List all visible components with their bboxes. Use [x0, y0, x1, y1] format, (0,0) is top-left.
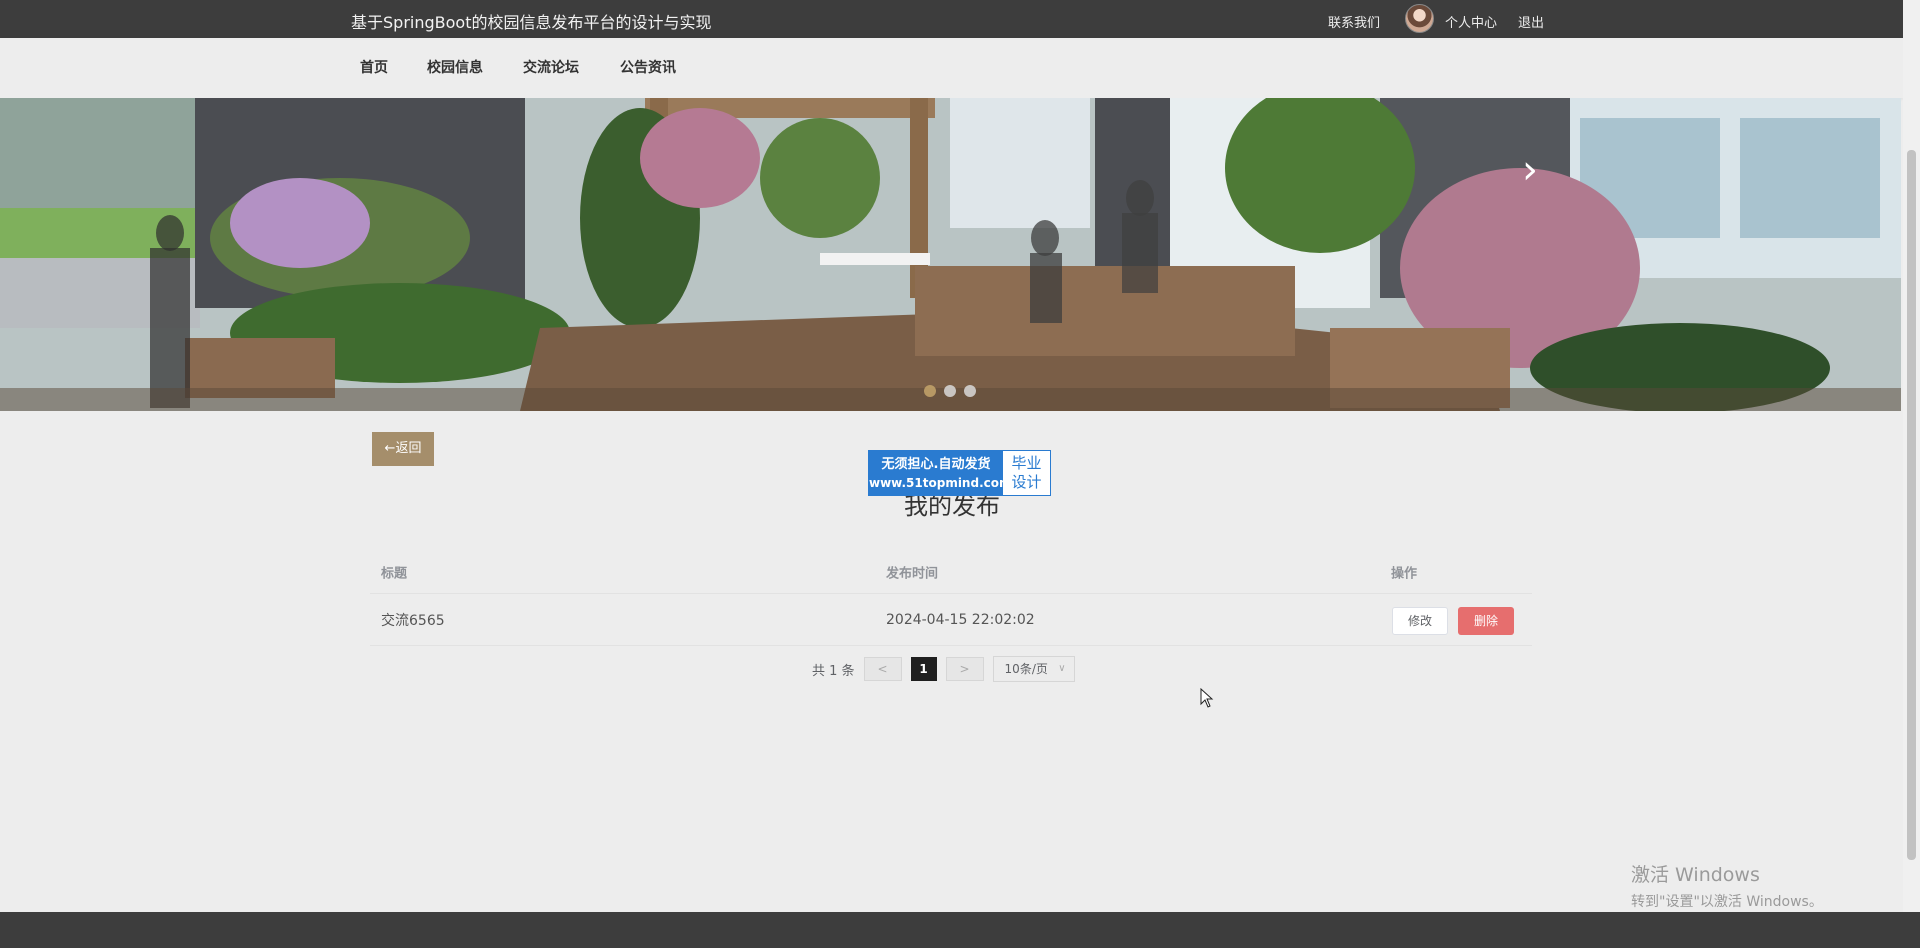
table-row: 交流6565 2024-04-15 22:02:02	[370, 594, 1532, 646]
top-bar: 基于SpringBoot的校园信息发布平台的设计与实现 联系我们 个人中心 退出	[0, 0, 1903, 38]
column-header-actions: 操作	[1391, 566, 1418, 581]
back-button[interactable]: ←返回	[372, 432, 434, 466]
page-size-value: 10条/页	[1004, 662, 1048, 676]
activation-hint: 转到"设置"以激活 Windows。	[1631, 894, 1823, 910]
page-size-select[interactable]: 10条/页 ∨	[992, 656, 1075, 682]
scrollbar-thumb[interactable]	[1907, 150, 1916, 860]
pagination: 共 1 条 < 1 > 10条/页 ∨	[812, 656, 1075, 682]
nav-item-announcements[interactable]: 公告资讯	[620, 57, 676, 77]
contact-link[interactable]: 联系我们	[1328, 12, 1380, 31]
edit-button[interactable]: 修改	[1392, 607, 1448, 635]
carousel-dot[interactable]	[944, 385, 956, 397]
next-page-button[interactable]: >	[945, 657, 984, 681]
footer	[0, 912, 1920, 948]
watermark-tag-line1: 毕业	[1011, 454, 1042, 472]
chevron-down-icon: ∨	[1058, 663, 1066, 674]
user-center-link[interactable]: 个人中心	[1445, 12, 1497, 31]
banner-image	[0, 98, 1901, 411]
banner-carousel[interactable]: ›	[0, 98, 1901, 411]
avatar[interactable]	[1405, 4, 1434, 33]
activation-title: 激活 Windows	[1631, 864, 1760, 886]
windows-activation-notice: 激活 Windows 转到"设置"以激活 Windows。	[1631, 860, 1823, 911]
watermark-tag: 毕业 设计	[1003, 451, 1050, 495]
watermark-tag-line2: 设计	[1011, 473, 1042, 491]
mouse-cursor-icon	[1200, 688, 1214, 708]
row-time: 2024-04-15 22:02:02	[886, 611, 1035, 628]
page-number-current[interactable]: 1	[910, 657, 937, 681]
watermark-url: www.51topmind.com	[869, 476, 1012, 490]
row-title: 交流6565	[381, 612, 445, 629]
watermark-slogan: 无须担心.自动发货	[881, 457, 991, 472]
carousel-indicators	[924, 385, 976, 397]
nav-item-campus-info[interactable]: 校园信息	[427, 57, 483, 77]
watermark-badge: 无须担心.自动发货 www.51topmind.com 毕业 设计	[868, 450, 1051, 496]
carousel-next-icon[interactable]: ›	[1515, 150, 1545, 190]
posts-table: 标题 发布时间 操作 交流6565 2024-04-15 22:02:02 修改…	[370, 550, 1532, 646]
nav-item-home[interactable]: 首页	[360, 57, 388, 77]
page-scrollbar[interactable]	[1903, 0, 1920, 912]
main-nav: 首页 校园信息 交流论坛 公告资讯	[0, 38, 1903, 98]
watermark-slogan-box: 无须担心.自动发货 www.51topmind.com	[869, 451, 1012, 495]
prev-page-button[interactable]: <	[863, 657, 902, 681]
column-header-time: 发布时间	[886, 566, 939, 581]
delete-button[interactable]: 删除	[1458, 607, 1514, 635]
column-header-title: 标题	[381, 566, 408, 581]
logout-link[interactable]: 退出	[1518, 12, 1544, 31]
nav-item-forum[interactable]: 交流论坛	[523, 57, 579, 77]
carousel-dot[interactable]	[924, 385, 936, 397]
site-title: 基于SpringBoot的校园信息发布平台的设计与实现	[351, 13, 712, 32]
table-header: 标题 发布时间 操作	[370, 550, 1532, 594]
carousel-dot[interactable]	[964, 385, 976, 397]
pagination-total: 共 1 条	[812, 663, 855, 679]
